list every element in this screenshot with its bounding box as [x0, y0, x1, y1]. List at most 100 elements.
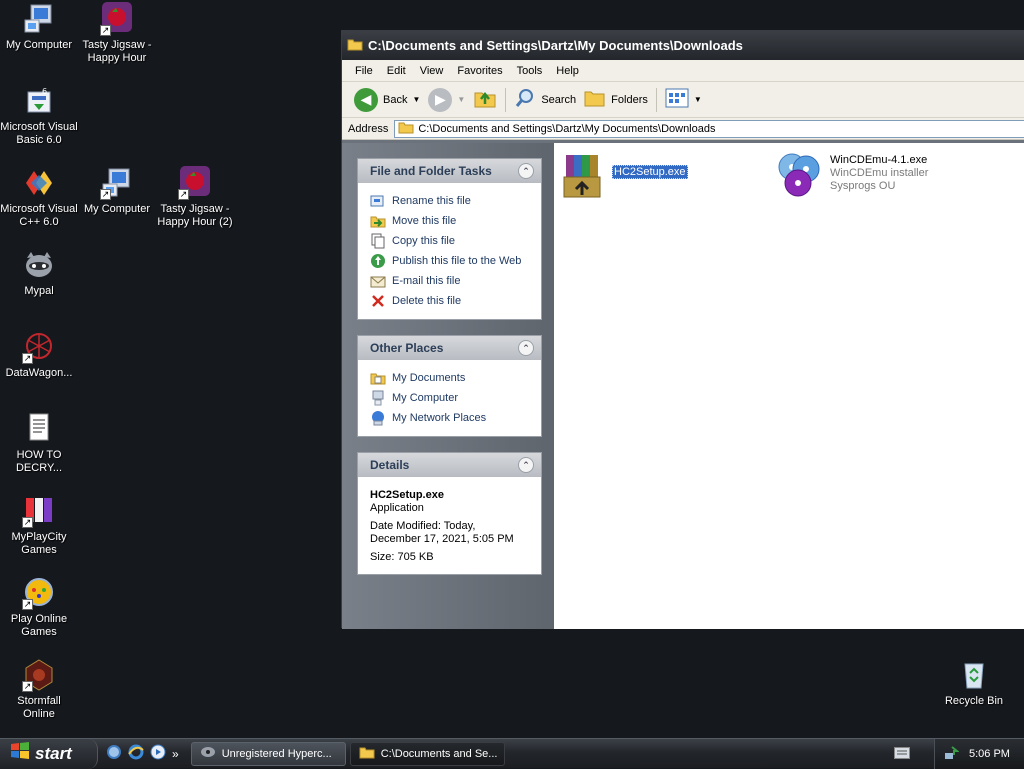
desktop-icon-vb6[interactable]: 6 Microsoft Visual Basic 6.0	[0, 84, 78, 147]
folders-label: Folders	[611, 93, 648, 106]
desktop-icon-my-computer[interactable]: My Computer	[0, 2, 78, 52]
stormfall-icon: ↗	[22, 658, 56, 692]
taskbar-button-hypercam[interactable]: Unregistered Hyperc...	[190, 741, 346, 766]
views-button[interactable]: ▼	[661, 85, 706, 115]
forward-arrow-icon: ▶	[428, 87, 453, 112]
up-folder-button[interactable]	[469, 85, 501, 115]
panel-header[interactable]: Details ⌃	[358, 453, 541, 477]
desktop-icon-recycle-bin[interactable]: Recycle Bin	[935, 658, 1013, 708]
views-icon	[665, 88, 689, 111]
collapse-chevron-icon[interactable]: ⌃	[518, 340, 534, 356]
folder-icon	[347, 37, 363, 54]
shortcut-arrow-icon: ↗	[22, 353, 33, 364]
panel-header[interactable]: File and Folder Tasks ⌃	[358, 159, 541, 183]
address-input[interactable]: C:\Documents and Settings\Dartz\My Docum…	[394, 119, 1024, 138]
desktop-icon-label: Tasty Jigsaw - Happy Hour	[82, 39, 152, 64]
menu-file[interactable]: File	[348, 65, 380, 77]
file-name: WinCDEmu-4.1.exe	[830, 154, 928, 166]
collapse-chevron-icon[interactable]: ⌃	[518, 163, 534, 179]
desktop-icon-label: Mypal	[24, 285, 54, 297]
panel-title: File and Folder Tasks	[370, 164, 492, 178]
window-titlebar[interactable]: C:\Documents and Settings\Dartz\My Docum…	[342, 31, 1024, 60]
panel-body: Rename this file Move this file Copy thi…	[358, 183, 541, 319]
details-body: HC2Setup.exe Application Date Modified: …	[358, 477, 541, 574]
details-modified: Date Modified: Today, December 17, 2021,…	[370, 520, 514, 545]
search-button[interactable]: Search	[510, 85, 580, 115]
desktop-icon-label: My Computer	[83, 203, 151, 215]
move-icon	[370, 216, 386, 228]
task-delete[interactable]: Delete this file	[370, 291, 531, 311]
shortcut-arrow-icon: ↗	[100, 189, 111, 200]
panel-title: Details	[370, 458, 410, 472]
quick-launch-settings-icon[interactable]	[106, 744, 122, 763]
chevron-down-icon: ▼	[693, 95, 702, 104]
start-label: start	[35, 743, 72, 763]
desktop-icon-how-to-decry[interactable]: HOW TO DECRY...	[0, 412, 78, 475]
desktop-icon-label: Microsoft Visual C++ 6.0	[0, 203, 78, 228]
desktop-icon-datawagon[interactable]: ↗ DataWagon...	[0, 330, 78, 380]
task-email[interactable]: E-mail this file	[370, 271, 531, 291]
desktop-icon-myplaycity[interactable]: ↗ MyPlayCity Games	[0, 494, 78, 557]
details-panel: Details ⌃ HC2Setup.exe Application Date …	[357, 452, 542, 575]
desktop-icon-label: Stormfall Online	[17, 695, 61, 720]
desktop-icon-mypal[interactable]: Mypal	[0, 248, 78, 298]
place-my-documents[interactable]: My Documents	[370, 368, 531, 388]
task-label: Publish this file to the Web	[392, 255, 522, 267]
windows-logo-icon	[10, 742, 30, 765]
panel-header[interactable]: Other Places ⌃	[358, 336, 541, 360]
chevron-down-icon[interactable]: ▼	[412, 95, 420, 104]
chevron-down-icon[interactable]: ▼	[457, 95, 465, 104]
file-list: HC2Setup.exe WinCDEmu-4.1.exe WinCDEmu i…	[554, 143, 1024, 629]
internet-explorer-icon[interactable]	[128, 744, 144, 763]
file-item-wincdemu[interactable]: WinCDEmu-4.1.exe WinCDEmu installer Sysp…	[776, 151, 928, 202]
place-my-network-places[interactable]: My Network Places	[370, 408, 531, 428]
desktop-icon-play-online-games[interactable]: ↗ Play Online Games	[0, 576, 78, 639]
computer-icon: ↗	[100, 166, 134, 200]
jigsaw-game-icon: ↗	[100, 2, 134, 36]
clock[interactable]: 5:06 PM	[969, 748, 1010, 760]
desktop-icon-my-computer-2[interactable]: ↗ My Computer	[78, 166, 156, 216]
task-move[interactable]: Move this file	[370, 211, 531, 231]
place-my-computer[interactable]: My Computer	[370, 388, 531, 408]
menu-edit[interactable]: Edit	[380, 65, 413, 77]
network-tray-icon[interactable]	[943, 745, 960, 764]
desktop-icon-vcpp6[interactable]: Microsoft Visual C++ 6.0	[0, 166, 78, 229]
more-chevron-icon[interactable]: »	[172, 747, 179, 761]
task-rename[interactable]: Rename this file	[370, 191, 531, 211]
explorer-window: C:\Documents and Settings\Dartz\My Docum…	[341, 30, 1024, 629]
desktop-icon-tasty-jigsaw-2[interactable]: ↗ Tasty Jigsaw - Happy Hour (2)	[156, 166, 234, 229]
keyboard-icon[interactable]	[894, 747, 910, 762]
media-player-icon[interactable]	[150, 744, 166, 763]
system-tray: 5:06 PM	[934, 739, 1024, 769]
shortcut-arrow-icon: ↗	[100, 25, 111, 36]
panel-title: Other Places	[370, 341, 444, 355]
back-button[interactable]: ◀ Back ▼	[350, 85, 424, 115]
up-folder-icon	[473, 87, 497, 112]
collapse-chevron-icon[interactable]: ⌃	[518, 457, 534, 473]
panel-body: My Documents My Computer My Network Plac…	[358, 360, 541, 436]
menu-tools[interactable]: Tools	[510, 65, 550, 77]
forward-button[interactable]: ▶ ▼	[424, 85, 469, 115]
desktop-icon-tasty-jigsaw[interactable]: ↗ Tasty Jigsaw - Happy Hour	[78, 2, 156, 65]
desktop-icon-label: Recycle Bin	[944, 695, 1004, 707]
taskbar: start » Unregistered Hyperc... C:\Docume…	[0, 738, 1024, 769]
file-item-hc2setup[interactable]: HC2Setup.exe	[560, 151, 688, 202]
file-name: HC2Setup.exe	[612, 165, 688, 179]
desktop-icon-label: Tasty Jigsaw - Happy Hour (2)	[157, 203, 233, 228]
address-bar: Address C:\Documents and Settings\Dartz\…	[342, 118, 1024, 140]
my-documents-icon	[370, 373, 386, 385]
task-copy[interactable]: Copy this file	[370, 231, 531, 251]
desktop-icon-stormfall[interactable]: ↗ Stormfall Online	[0, 658, 78, 721]
desktop-icon-label: Play Online Games	[10, 613, 68, 638]
task-label: Delete this file	[392, 295, 462, 307]
start-button[interactable]: start	[0, 738, 98, 769]
menu-favorites[interactable]: Favorites	[450, 65, 509, 77]
shortcut-arrow-icon: ↗	[178, 189, 189, 200]
task-publish[interactable]: Publish this file to the Web	[370, 251, 531, 271]
jigsaw-game-icon: ↗	[178, 166, 212, 200]
menu-view[interactable]: View	[413, 65, 451, 77]
folders-button[interactable]: Folders	[580, 85, 652, 115]
taskbar-button-explorer[interactable]: C:\Documents and Se...	[349, 741, 505, 766]
task-label: E-mail this file	[392, 275, 461, 287]
menu-help[interactable]: Help	[549, 65, 586, 77]
